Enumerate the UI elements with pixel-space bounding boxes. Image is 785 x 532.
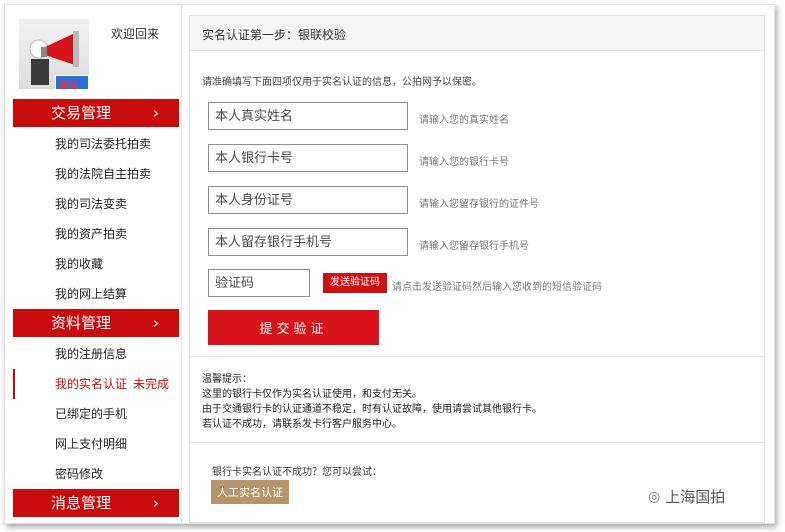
wechat-watermark: ◎ 上海国拍 [648, 486, 725, 507]
avatar[interactable]: 未认证 [19, 19, 89, 89]
verification-code-hint: 请点击发送验证码然后输入您收到的短信验证码 [392, 282, 602, 293]
menu-item-favorites[interactable]: 我的收藏 [13, 249, 179, 279]
bank-card-hint: 请输入您的银行卡号 [419, 157, 509, 168]
id-number-hint: 请输入您留存银行的证件号 [419, 199, 539, 210]
menu-item-payment-details[interactable]: 网上支付明细 [13, 429, 179, 459]
chevron-right-icon: › [153, 104, 159, 122]
menu-item-bound-phone[interactable]: 已绑定的手机 [13, 399, 179, 429]
bank-card-input[interactable] [209, 145, 407, 171]
verification-panel: 实名认证第一步：银联校验 请准确填写下面四项仅用于实名认证的信息，公拍网予以保密… [189, 15, 765, 523]
menu-item-judicial-sale[interactable]: 我的司法变卖 [13, 189, 179, 219]
verification-code-input[interactable] [209, 270, 309, 296]
menu-header-messages[interactable]: 消息管理 › [13, 489, 179, 517]
phone-hint: 请输入您留存银行手机号 [419, 241, 529, 252]
send-code-button[interactable]: 发送验证码 [323, 273, 387, 293]
divider [190, 356, 764, 357]
menu-header-profile[interactable]: 资料管理 › [13, 309, 179, 337]
tips-line: 这里的银行卡仅作为实名认证使用，和支付无关。 [202, 389, 422, 400]
sidebar: 未认证 欢迎回来 交易管理 › 我的司法委托拍卖 我的法院自主拍卖 我的司法变卖… [5, 5, 179, 523]
menu-item-real-name[interactable]: 我的实名认证 未完成 [13, 369, 179, 399]
alternative-prompt: 银行卡实名认证不成功？您可以尝试： [212, 467, 382, 478]
tips-title: 温馨提示： [202, 374, 252, 385]
id-number-field[interactable] [208, 186, 408, 214]
id-number-input[interactable] [209, 187, 407, 213]
bank-card-field[interactable] [208, 144, 408, 172]
divider [190, 442, 764, 443]
watermark-text: 上海国拍 [665, 488, 726, 506]
menu-item-password[interactable]: 密码修改 [13, 459, 179, 489]
tips-line: 若认证不成功，请联系发卡行客户服务中心。 [202, 419, 402, 430]
divider [181, 5, 182, 523]
panel-header: 实名认证第一步：银联校验 [190, 16, 764, 51]
phone-input[interactable] [209, 229, 407, 255]
real-name-field[interactable] [208, 102, 408, 130]
status-incomplete: 未完成 [133, 377, 170, 391]
tips-section: 温馨提示： 这里的银行卡仅作为实名认证使用，和支付无关。 由于交通银行卡的认证通… [202, 372, 542, 432]
real-name-input[interactable] [209, 103, 407, 129]
menu-item-court-auction[interactable]: 我的法院自主拍卖 [13, 159, 179, 189]
chevron-right-icon: › [153, 494, 159, 512]
intro-text: 请准确填写下面四项仅用于实名认证的信息，公拍网予以保密。 [202, 77, 482, 88]
welcome-text: 欢迎回来 [111, 27, 160, 41]
real-name-hint: 请输入您的真实姓名 [419, 115, 509, 126]
verification-code-field[interactable] [208, 269, 310, 297]
menu-item-asset-auction[interactable]: 我的资产拍卖 [13, 219, 179, 249]
menu-item-label: 我的实名认证 [55, 377, 128, 391]
menu-item-registration[interactable]: 我的注册信息 [13, 339, 179, 369]
chevron-right-icon: › [153, 314, 159, 332]
app-frame: 未认证 欢迎回来 交易管理 › 我的司法委托拍卖 我的法院自主拍卖 我的司法变卖… [4, 4, 775, 524]
tips-line: 由于交通银行卡的认证通道不稳定，时有认证故障，使用请尝试其他银行卡。 [202, 404, 542, 415]
manual-verification-button[interactable]: 人工实名认证 [211, 480, 289, 504]
menu-header-label: 交易管理 [51, 104, 112, 122]
menu-header-trade[interactable]: 交易管理 › [13, 99, 179, 127]
page-title: 实名认证第一步：银联校验 [202, 28, 347, 42]
menu-header-label: 资料管理 [51, 314, 112, 332]
unverified-badge: 未认证 [55, 75, 89, 89]
menu-item-settlement[interactable]: 我的网上结算 [13, 279, 179, 309]
menu-item-judicial-consign[interactable]: 我的司法委托拍卖 [13, 129, 179, 159]
wechat-icon: ◎ [648, 488, 661, 505]
menu-header-label: 消息管理 [51, 494, 112, 512]
phone-field[interactable] [208, 228, 408, 256]
submit-verification-button[interactable]: 提交验证 [208, 310, 379, 345]
user-panel: 未认证 欢迎回来 [5, 5, 179, 99]
